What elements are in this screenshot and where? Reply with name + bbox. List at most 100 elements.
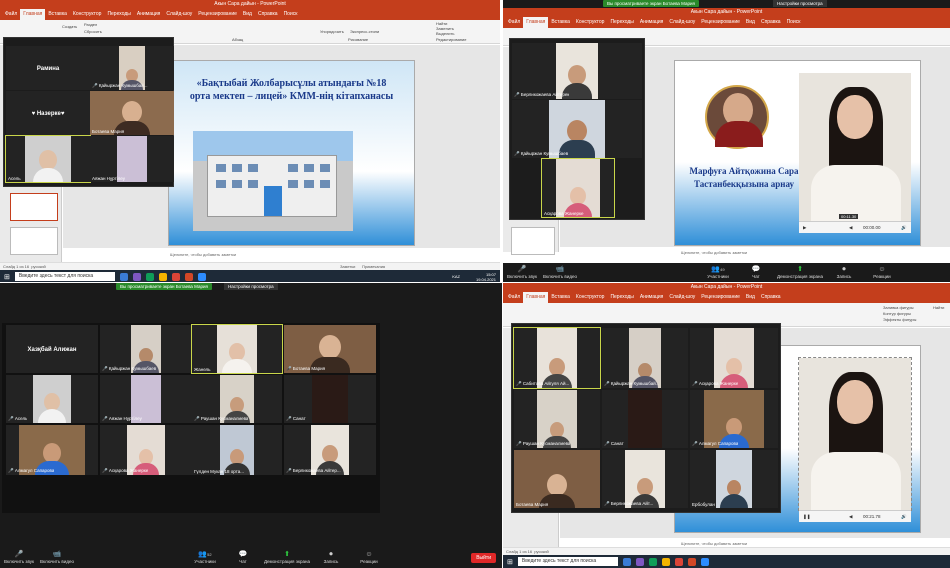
chat-button[interactable]: 💬 Чат bbox=[224, 551, 262, 564]
create-slide-button[interactable]: Создать bbox=[62, 24, 77, 29]
express-styles-button[interactable]: Экспресс-стили bbox=[350, 29, 379, 34]
rewind-icon[interactable]: ◀ bbox=[849, 511, 852, 523]
participant-tile[interactable]: 🎤 Қайыржан Кумышбай... bbox=[90, 46, 174, 90]
slide-thumbnail[interactable] bbox=[10, 227, 58, 255]
reactions-button[interactable]: ☺ Реакции bbox=[350, 551, 388, 564]
powerpoint-icon[interactable] bbox=[687, 557, 696, 566]
opera-icon[interactable] bbox=[674, 557, 683, 566]
windows-start-icon[interactable]: ⊞ bbox=[507, 558, 513, 566]
slide-thumbnail[interactable] bbox=[511, 227, 555, 255]
shape-fill-button[interactable]: Заливка фигуры bbox=[883, 305, 914, 310]
pause-icon[interactable]: ❚❚ bbox=[803, 514, 811, 519]
participant-tile[interactable]: 🎤 Берликожаева Айтерек bbox=[512, 43, 642, 99]
participant-tile[interactable]: Ербобулан bbox=[690, 450, 778, 508]
view-options-button[interactable]: Настройки просмотра bbox=[773, 0, 827, 7]
tab-home[interactable]: Главная bbox=[20, 9, 46, 20]
volume-icon[interactable]: 🔊 bbox=[901, 222, 907, 234]
windows-start-icon[interactable]: ⊞ bbox=[4, 273, 10, 281]
tab-file[interactable]: Файл bbox=[505, 292, 523, 303]
participant-tile[interactable]: Жанель bbox=[191, 324, 283, 374]
notes-placeholder[interactable]: Щелкните, чтобы добавить заметки bbox=[681, 541, 747, 546]
slide-thumbnail[interactable] bbox=[10, 193, 58, 221]
taskview-icon[interactable] bbox=[119, 272, 128, 281]
edge-icon[interactable] bbox=[145, 272, 154, 281]
share-screen-button[interactable]: ⬆ Демонстрация экрана bbox=[775, 266, 825, 279]
tab-slideshow[interactable]: Слайд-шоу bbox=[163, 9, 195, 20]
edge-icon[interactable] bbox=[648, 557, 657, 566]
tab-review[interactable]: Рецензирование bbox=[698, 17, 743, 28]
tab-search[interactable]: Поиск bbox=[281, 9, 301, 20]
taskbar-search-input[interactable]: Введите здесь текст для поиска bbox=[14, 272, 115, 281]
taskview-icon[interactable] bbox=[622, 557, 631, 566]
tab-view[interactable]: Вид bbox=[743, 17, 758, 28]
select-button[interactable]: Выделить bbox=[436, 31, 454, 36]
keyboard-layout[interactable]: KAZ bbox=[452, 274, 460, 279]
tab-insert[interactable]: Вставка bbox=[548, 292, 573, 303]
participant-tile[interactable]: 🎤 Раушан Кусманалиева bbox=[192, 375, 282, 423]
reactions-button[interactable]: ☺ Реакции bbox=[863, 266, 901, 279]
tab-help[interactable]: Справка bbox=[758, 17, 784, 28]
record-button[interactable]: ⏺ Запись bbox=[312, 551, 350, 564]
notes-placeholder[interactable]: Щелкните, чтобы добавить заметки bbox=[681, 250, 747, 255]
participant-tile[interactable]: Рамина bbox=[6, 46, 90, 90]
rewind-icon[interactable]: ◀ bbox=[849, 222, 852, 234]
leave-meeting-button[interactable]: Выйти bbox=[471, 552, 496, 563]
shape-effects-button[interactable]: Эффекты фигуры bbox=[883, 317, 916, 322]
slide-main[interactable]: «Бақтыбай Жолбарысұлы атындағы №18 орта … bbox=[168, 60, 415, 246]
participant-tile[interactable]: Хазқбай Алижан bbox=[6, 325, 98, 373]
participant-tile[interactable]: Ботаева Мария bbox=[514, 450, 600, 508]
tab-help[interactable]: Справка bbox=[758, 292, 784, 303]
tab-help[interactable]: Справка bbox=[255, 9, 281, 20]
participants-button[interactable]: 👥49 Участники bbox=[699, 266, 737, 279]
tab-transitions[interactable]: Переходы bbox=[607, 17, 636, 28]
view-options-button[interactable]: Настройки просмотра bbox=[224, 283, 278, 290]
start-video-button[interactable]: 📹 Включить видео bbox=[541, 266, 579, 279]
zoom-icon[interactable] bbox=[700, 557, 709, 566]
unmute-button[interactable]: 🎤 Включить звук bbox=[503, 266, 541, 279]
app-icon[interactable] bbox=[132, 272, 141, 281]
folder-icon[interactable] bbox=[158, 272, 167, 281]
tab-file[interactable]: Файл bbox=[505, 17, 523, 28]
embedded-video[interactable] bbox=[798, 357, 912, 511]
participant-tile[interactable]: ♥ Назерке♥ bbox=[6, 91, 90, 135]
tab-slideshow[interactable]: Слайд-шоу bbox=[666, 292, 698, 303]
slide-main[interactable]: Марфуға Айтқожина Сара Тастанбекқызына а… bbox=[674, 60, 921, 246]
tab-view[interactable]: Вид bbox=[240, 9, 255, 20]
volume-icon[interactable]: 🔊 bbox=[901, 511, 907, 523]
section-button[interactable]: Раздел bbox=[84, 22, 97, 27]
tab-design[interactable]: Конструктор bbox=[70, 9, 105, 20]
tab-animation[interactable]: Анимация bbox=[637, 17, 666, 28]
participant-tile[interactable]: 🎤 Ботаева Мария bbox=[284, 325, 376, 373]
folder-icon[interactable] bbox=[661, 557, 670, 566]
participant-tile[interactable]: 🎤 Санат bbox=[284, 375, 376, 423]
tab-animation[interactable]: Анимация bbox=[637, 292, 666, 303]
participant-tile[interactable]: Асель bbox=[5, 135, 91, 183]
taskbar-search-input[interactable]: Введите здесь текст для поиска bbox=[517, 557, 618, 566]
participant-tile[interactable]: 🎤 Алмагул Сапарова bbox=[6, 425, 98, 475]
share-screen-button[interactable]: ⬆ Демонстрация экрана bbox=[262, 551, 312, 564]
record-button[interactable]: ⏺ Запись bbox=[825, 266, 863, 279]
tab-design[interactable]: Конструктор bbox=[573, 292, 608, 303]
participant-tile[interactable]: 🎤 Аяжан Нұртілеу bbox=[100, 375, 192, 423]
opera-icon[interactable] bbox=[171, 272, 180, 281]
unmute-button[interactable]: 🎤 Включить звук bbox=[0, 551, 38, 564]
tab-home[interactable]: Главная bbox=[523, 17, 549, 28]
participant-tile[interactable]: 🎤 Берликожаева Айт... bbox=[602, 450, 688, 508]
tab-slideshow[interactable]: Слайд-шоу bbox=[666, 17, 698, 28]
tab-design[interactable]: Конструктор bbox=[573, 17, 608, 28]
tab-review[interactable]: Рецензирование bbox=[698, 292, 743, 303]
participant-tile[interactable]: 🎤 Қайыржан Кумышбаев bbox=[100, 325, 192, 373]
tab-view[interactable]: Вид bbox=[743, 292, 758, 303]
tab-insert[interactable]: Вставка bbox=[548, 17, 573, 28]
participant-tile[interactable]: 🎤 Сабитова Айгуля Ай... bbox=[513, 327, 601, 389]
participant-tile[interactable]: Асқарова Жанерке bbox=[541, 158, 615, 218]
participant-tile[interactable]: 🎤 Асқарова Жанерке bbox=[100, 425, 192, 475]
tab-file[interactable]: Файл bbox=[2, 9, 20, 20]
tab-transitions[interactable]: Переходы bbox=[607, 292, 636, 303]
arrange-button[interactable]: Упорядочить bbox=[320, 29, 344, 34]
play-icon[interactable]: ▶ bbox=[803, 225, 806, 230]
tab-insert[interactable]: Вставка bbox=[45, 9, 70, 20]
tab-transitions[interactable]: Переходы bbox=[104, 9, 133, 20]
participant-tile[interactable]: 🎤 Санат bbox=[602, 390, 688, 448]
tab-home[interactable]: Главная bbox=[523, 292, 549, 303]
